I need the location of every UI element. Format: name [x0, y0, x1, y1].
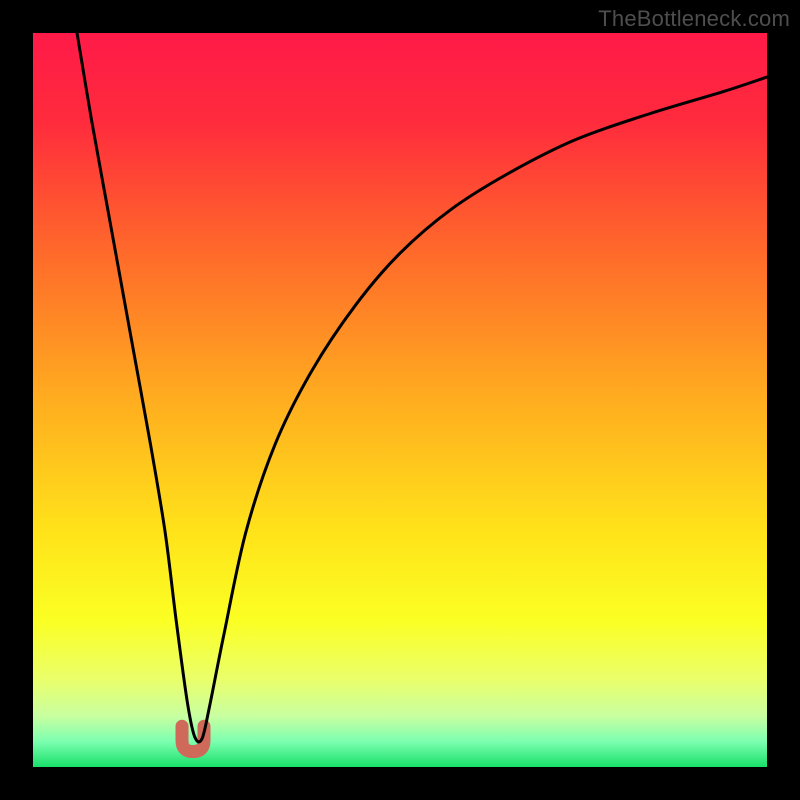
- data-curve: [77, 33, 767, 742]
- curve-layer: [33, 33, 767, 767]
- watermark-text: TheBottleneck.com: [598, 6, 790, 32]
- chart-frame: TheBottleneck.com: [0, 0, 800, 800]
- plot-area: [33, 33, 767, 767]
